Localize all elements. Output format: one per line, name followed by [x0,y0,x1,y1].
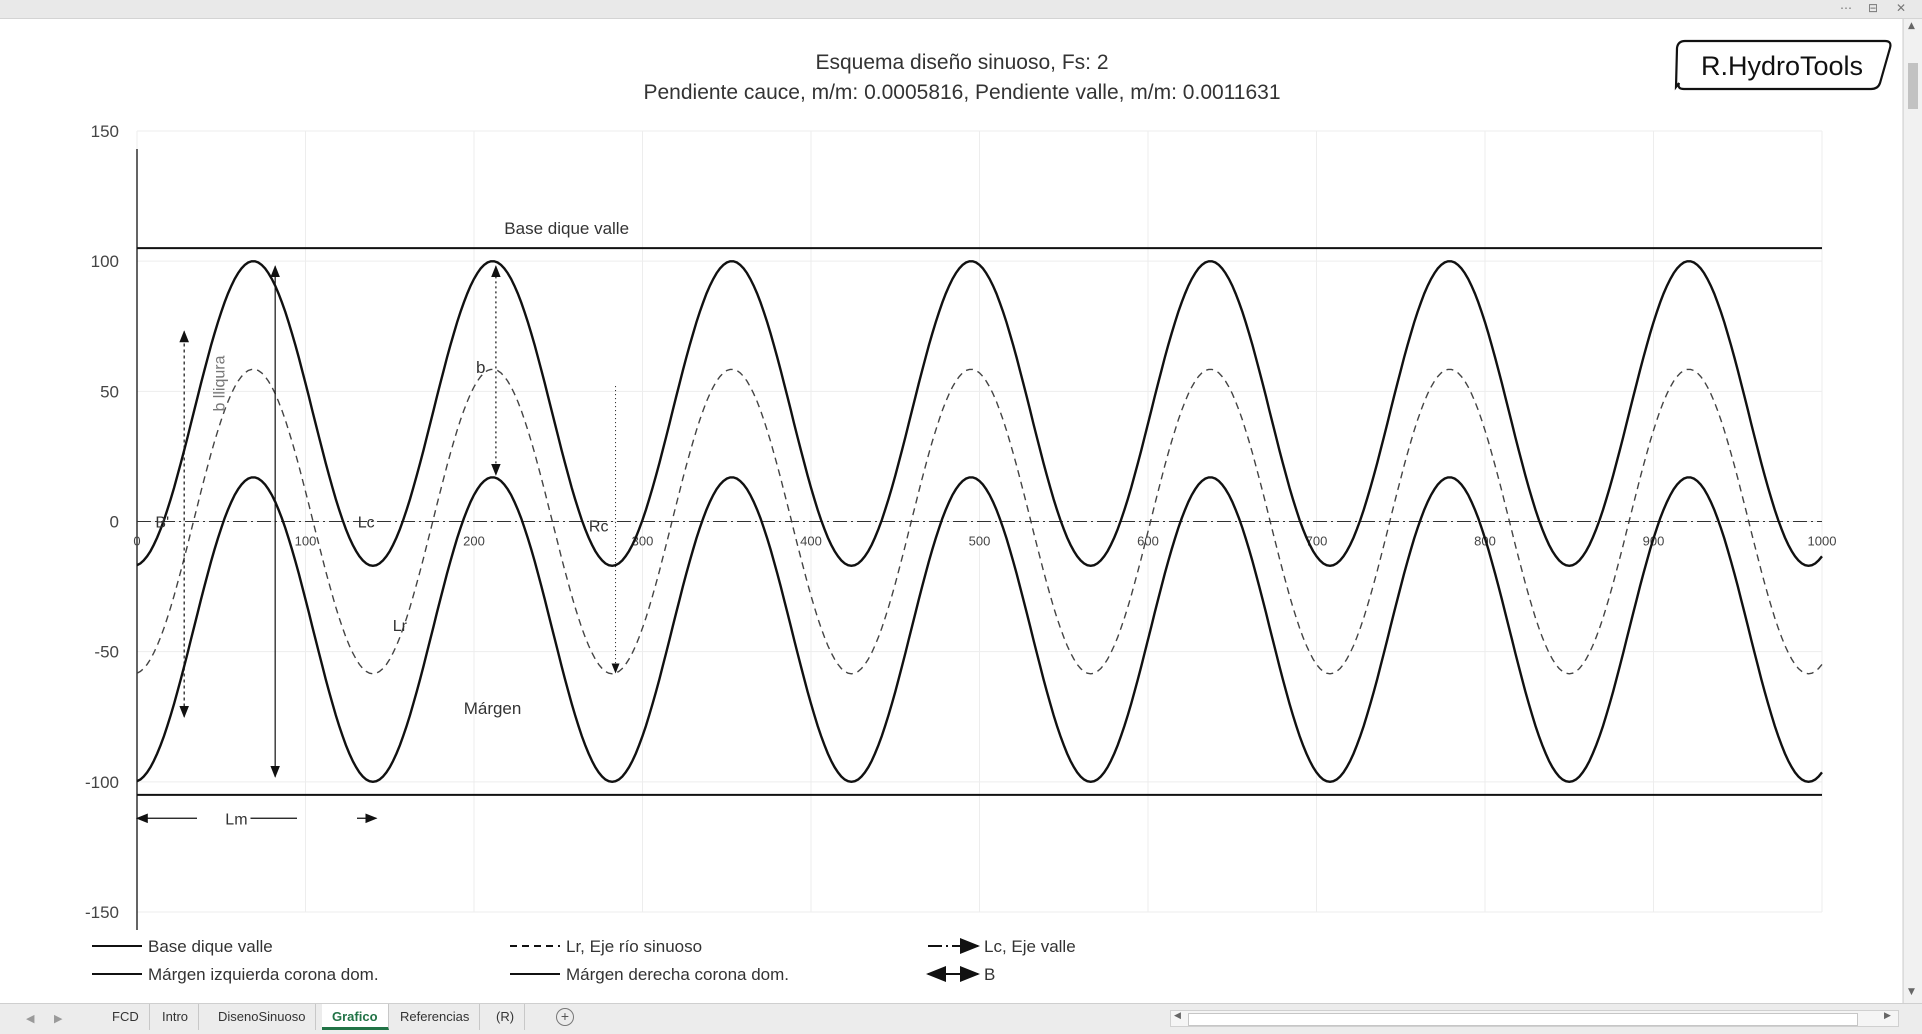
sheet-tab-bar: ◀ ▶ FCD Intro DisenoSinuoso Grafico Refe… [0,1003,1922,1034]
label-b-lliqura: b lliqura [212,355,229,411]
logo: R.HydroTools [1674,39,1892,91]
y-tick-label: 50 [100,382,119,401]
restore-ribbon-icon[interactable]: ⊟ [1868,1,1878,15]
legend-label: Márgen derecha corona dom. [566,965,789,984]
scroll-down-icon[interactable]: ▼ [1908,987,1915,997]
logo-text: R.HydroTools [1701,51,1863,81]
label-lr: Lr [393,618,408,635]
x-tick-label: 0 [133,534,140,549]
x-tick-label: 400 [800,534,822,549]
label-rc: Rc [589,519,609,536]
legend: Base dique valle Lr, Eje río sinuoso Lc, E… [92,937,1076,984]
tab-referencias[interactable]: Referencias [390,1004,481,1030]
axes: 150100500-50-100-1500 100 200 300 400 500 600 7… [85,122,1836,930]
more-options-icon[interactable]: ⋯ [1840,1,1852,15]
tab-r[interactable]: (R) [486,1004,526,1030]
legend-label: Lc, Eje valle [984,937,1076,956]
label-b-prime: B' [155,515,169,532]
x-tick-label: 500 [969,534,991,549]
tab-next-icon[interactable]: ▶ [54,1012,62,1025]
legend-label: B [984,965,995,984]
label-base-dique: Base dique valle [504,219,629,238]
tab-grafico[interactable]: Grafico [322,1004,389,1030]
y-tick-label: -150 [85,903,119,922]
chart-title: Esquema diseño sinuoso, Fs: 2 [816,51,1109,74]
label-b: b [476,358,485,377]
label-margen: Márgen [464,699,522,718]
y-tick-label: 0 [110,513,119,532]
tab-fcd[interactable]: FCD [102,1004,150,1030]
y-tick-label: 150 [91,122,119,141]
x-tick-label: 1000 [1808,534,1837,549]
chart-svg[interactable]: 150100500-50-100-1500 100 200 300 400 500 600 7… [0,19,1902,1003]
scroll-left-icon[interactable]: ◀ [1174,1011,1181,1021]
annotations: Base dique valle B' Lc Rc b b lliqura Lr Márgen… [135,219,629,832]
legend-label: Lr, Eje río sinuoso [566,937,702,956]
label-lm: Lm [225,811,247,828]
y-tick-label: -50 [94,643,119,662]
x-tick-label: 100 [295,534,317,549]
label-lc: Lc [358,515,375,532]
horizontal-scroll-thumb[interactable] [1188,1013,1858,1026]
legend-label: Base dique valle [148,937,273,956]
vertical-scrollbar[interactable]: ▲ ▼ [1903,19,1922,1003]
scroll-up-icon[interactable]: ▲ [1908,21,1915,31]
window-top-bar: ⋯ ⊟ ✕ [0,0,1922,19]
tab-prev-icon[interactable]: ◀ [26,1012,34,1025]
chart-subtitle: Pendiente cauce, m/m: 0.0005816, Pendien… [643,81,1280,104]
chart-sheet: 150 100 50 0 -50 -100 -150 0 100 200 300 400 500 600 7… [0,19,1902,1003]
x-tick-label: 600 [1137,534,1159,549]
y-tick-label: -100 [85,773,119,792]
add-sheet-icon[interactable]: + [556,1008,574,1026]
tab-intro[interactable]: Intro [152,1004,200,1030]
y-tick-label: 100 [91,252,119,271]
x-tick-label: 200 [463,534,485,549]
scroll-right-icon[interactable]: ▶ [1884,1011,1891,1021]
horizontal-scrollbar[interactable]: ◀ ▶ [1170,1010,1899,1027]
legend-label: Márgen izquierda corona dom. [148,965,379,984]
close-icon[interactable]: ✕ [1896,1,1906,15]
vertical-scroll-thumb[interactable] [1908,63,1918,109]
tab-disenosinuoso[interactable]: DisenoSinuoso [208,1004,317,1030]
